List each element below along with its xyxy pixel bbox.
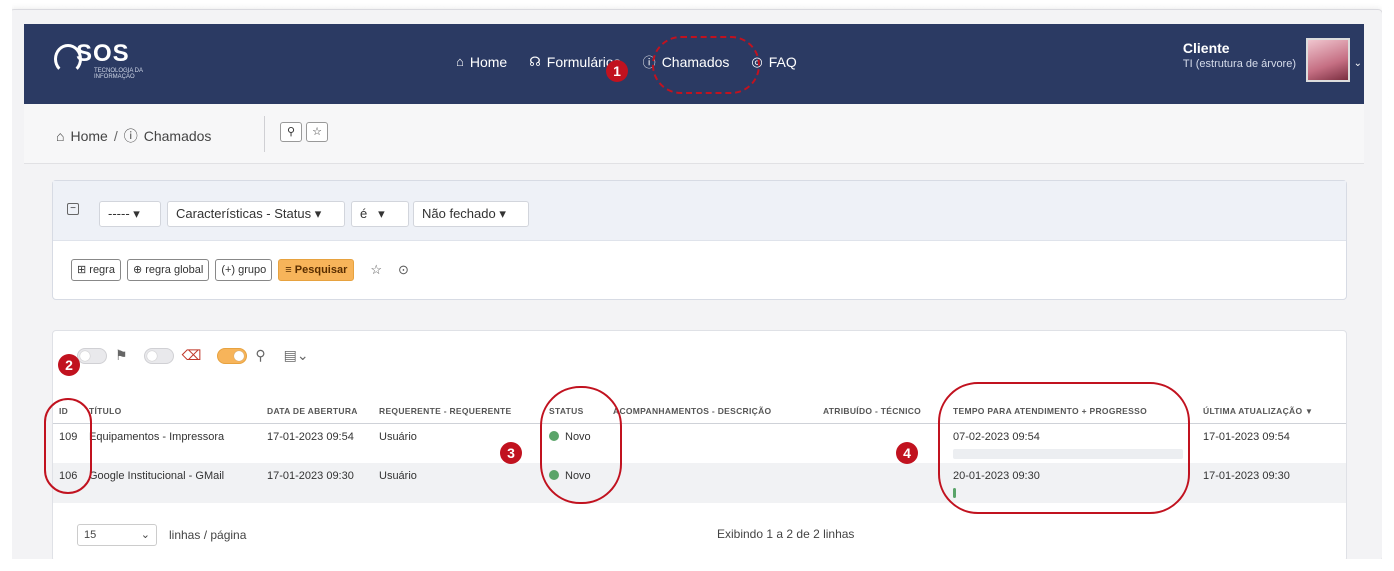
- table-footer: 15 ⌄ linhas / página Exibindo 1 a 2 de 2 …: [77, 524, 1327, 546]
- annotation-oval-2: [44, 398, 92, 494]
- breadcrumb-divider: [264, 116, 265, 152]
- add-global-rule-label: regra global: [145, 264, 204, 276]
- col-title[interactable]: TÍTULO: [83, 399, 261, 424]
- filter-search-icon: ≡: [285, 264, 292, 276]
- cell-followups: [607, 423, 817, 463]
- page-size-select[interactable]: 15 ⌄: [77, 524, 157, 546]
- chevron-down-icon: ⌄: [140, 529, 150, 541]
- criteria-link-value: -----: [108, 206, 130, 221]
- criteria-link-select[interactable]: ----- ▾: [99, 201, 161, 227]
- breadcrumb-current[interactable]: Chamados: [144, 128, 212, 144]
- cell-title[interactable]: Equipamentos - Impressora: [83, 423, 261, 463]
- search-button[interactable]: ≡ Pesquisar: [278, 259, 355, 281]
- col-requester[interactable]: REQUERENTE - REQUERENTE: [373, 399, 543, 424]
- add-global-rule-button[interactable]: ⊕ regra global: [126, 259, 210, 281]
- col-followups[interactable]: ACOMPANHAMENTOS - DESCRIÇÃO: [607, 399, 817, 424]
- col-last-update[interactable]: ÚLTIMA ATUALIZAÇÃO ▼: [1197, 399, 1346, 424]
- collapse-icon[interactable]: −: [67, 203, 79, 215]
- rows-per-page-label: linhas / página: [169, 528, 247, 542]
- breadcrumb: ⌂ Home / ⓘ Chamados: [56, 126, 211, 146]
- annotation-badge-1: 1: [606, 60, 628, 82]
- annotation-oval-4: [938, 382, 1190, 514]
- col-technician[interactable]: ATRIBUÍDO - TÉCNICO: [817, 399, 947, 424]
- trash-toggle[interactable]: [143, 347, 174, 364]
- cell-title[interactable]: Google Institucional - GMail: [83, 463, 261, 503]
- col-opened[interactable]: DATA DE ABERTURA: [261, 399, 373, 424]
- cell-technician: [817, 463, 947, 503]
- search-actions: ⊞ regra ⊕ regra global (+) grupo ≡ Pesqu…: [71, 259, 409, 281]
- home-outline-icon: ⌂: [56, 128, 65, 144]
- annotation-badge-3: 3: [500, 442, 522, 464]
- group-brackets-icon: (+): [221, 264, 236, 276]
- logo-subtitle: TECNOLOGIA DA INFORMAÇÃO: [94, 68, 143, 80]
- avatar[interactable]: [1306, 38, 1350, 82]
- showing-count: Exibindo 1 a 2 de 2 linhas: [717, 527, 855, 541]
- search-toggle[interactable]: [217, 347, 248, 364]
- search-toggle-button[interactable]: ⚲: [280, 122, 302, 142]
- criteria-value-select[interactable]: Não fechado ▾: [413, 201, 529, 227]
- nav-home[interactable]: ⌂ Home: [456, 52, 507, 71]
- map-toggle[interactable]: [77, 347, 107, 364]
- cell-opened: 17-01-2023 09:54: [267, 430, 354, 443]
- bookmark-button[interactable]: ☆: [306, 122, 328, 142]
- torn-edge-left: [0, 0, 12, 571]
- search-panel: − ----- ▾ Características - Status ▾ é ▾…: [52, 180, 1347, 300]
- search-icon: ⚲: [286, 126, 296, 138]
- cell-opened: 17-01-2023 09:30: [261, 463, 373, 503]
- criteria-field-value: Características - Status: [176, 206, 312, 221]
- trash-icon: ⌫: [181, 347, 202, 363]
- user-name: Cliente: [1182, 40, 1230, 56]
- search-button-label: Pesquisar: [294, 264, 348, 276]
- cell-last-update: 17-01-2023 09:30: [1197, 463, 1346, 503]
- torn-edge-right: [1382, 0, 1394, 571]
- results-toolbar: ⚑ ⌫ ⚲ ▤⌄: [63, 347, 309, 364]
- alert-circle-icon: ⓘ: [123, 128, 138, 144]
- criteria-value-value: Não fechado: [422, 206, 496, 221]
- cell-requester: Usuário: [373, 463, 543, 503]
- breadcrumb-separator: /: [113, 128, 118, 144]
- add-group-button[interactable]: (+) grupo: [215, 259, 273, 281]
- annotation-badge-2: 2: [58, 354, 80, 376]
- home-icon: ⌂: [456, 54, 464, 69]
- annotation-oval-1: [652, 36, 760, 94]
- map-icon: ⚑: [115, 347, 128, 363]
- reset-circle-icon[interactable]: ⊙: [398, 262, 409, 278]
- star-icon: ☆: [312, 126, 322, 138]
- nav-faq-label: FAQ: [768, 53, 797, 70]
- nav-home-label: Home: [469, 53, 508, 70]
- export-file-icon[interactable]: ▤⌄: [284, 347, 309, 364]
- add-rule-button[interactable]: ⊞ regra: [71, 259, 121, 281]
- headset-icon: ☊: [529, 53, 541, 69]
- search-icon: ⚲: [255, 347, 266, 363]
- annotation-badge-4: 4: [896, 442, 918, 464]
- user-profile[interactable]: Cliente TI (estrutura de árvore): [1183, 40, 1296, 70]
- criteria-field-select[interactable]: Características - Status ▾: [167, 201, 345, 227]
- breadcrumb-bar: ⌂ Home / ⓘ Chamados ⚲ ☆: [24, 104, 1364, 164]
- breadcrumb-home[interactable]: Home: [70, 128, 107, 144]
- add-group-label: grupo: [238, 264, 267, 276]
- chevron-down-icon[interactable]: ⌄: [1354, 58, 1362, 69]
- page-size-value: 15: [84, 529, 97, 541]
- torn-edge-bottom: [0, 559, 1394, 571]
- plus-circle-icon: ⊕: [132, 264, 143, 276]
- cell-technician: [817, 423, 947, 463]
- add-rule-label: regra: [89, 264, 115, 276]
- user-entity: TI (estrutura de árvore): [1182, 58, 1296, 70]
- star-icon[interactable]: ☆: [370, 262, 382, 278]
- plus-square-icon: ⊞: [77, 264, 87, 276]
- annotation-oval-3: [540, 386, 622, 504]
- sort-desc-icon: ▼: [1305, 406, 1314, 416]
- criteria-operator-value: é: [360, 206, 368, 221]
- criteria-row: − ----- ▾ Características - Status ▾ é ▾…: [53, 181, 1346, 241]
- col-last-update-label: ÚLTIMA ATUALIZAÇÃO: [1203, 405, 1303, 416]
- logo[interactable]: SOS TECNOLOGIA DA INFORMAÇÃO: [54, 38, 164, 86]
- cell-last-update: 17-01-2023 09:54: [1203, 430, 1290, 443]
- logo-text: SOS: [76, 40, 130, 67]
- cell-followups: [607, 463, 817, 503]
- criteria-operator-select[interactable]: é ▾: [351, 201, 409, 227]
